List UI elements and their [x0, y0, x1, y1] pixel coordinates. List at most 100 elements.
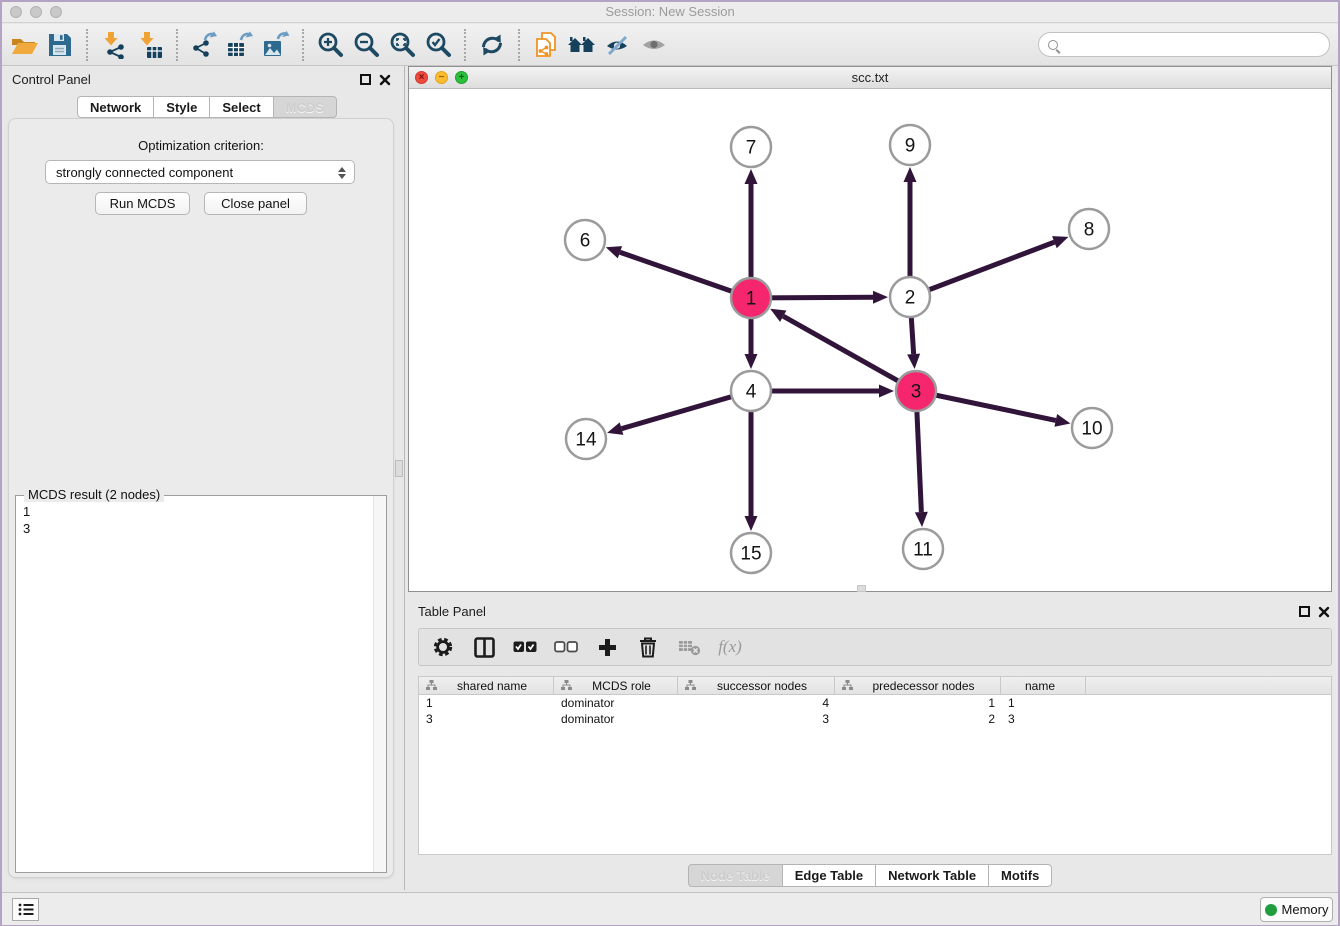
column-header[interactable]: MCDS role — [554, 677, 678, 694]
tab-network[interactable]: Network — [77, 96, 154, 118]
new-network-from-selection-button[interactable] — [528, 28, 564, 62]
run-mcds-button[interactable]: Run MCDS — [95, 192, 190, 215]
add-column-button[interactable] — [595, 635, 619, 659]
import-table-button[interactable] — [132, 28, 168, 62]
mcds-result-list[interactable]: 13 — [16, 500, 372, 872]
network-view-title: scc.txt — [409, 70, 1331, 85]
network-canvas[interactable]: 7968124314101511 — [409, 89, 1331, 591]
node-label: 14 — [575, 430, 597, 451]
memory-label: Memory — [1282, 902, 1329, 917]
zoom-out-button[interactable] — [348, 28, 384, 62]
table-cell: 3 — [419, 711, 554, 727]
window-title: Session: New Session — [0, 4, 1340, 19]
toolbar-separator — [518, 29, 520, 61]
graph-edge-3-1[interactable] — [783, 316, 916, 391]
column-header-label: MCDS role — [572, 679, 677, 693]
result-scrollbar[interactable] — [373, 496, 386, 872]
search-field[interactable] — [1038, 32, 1330, 57]
edge-arrowhead-icon — [745, 169, 758, 184]
graph-edge-2-8[interactable] — [910, 242, 1054, 297]
delete-table-button[interactable] — [677, 635, 701, 659]
export-image-button[interactable] — [258, 28, 294, 62]
result-item: 1 — [23, 503, 372, 520]
settings-gear-button[interactable] — [431, 635, 455, 659]
search-input[interactable] — [1064, 36, 1329, 54]
delete-column-button[interactable] — [636, 635, 660, 659]
splitter-handle[interactable] — [395, 460, 403, 477]
table-body: 1dominator4113dominator323 — [418, 695, 1332, 855]
close-panel-button[interactable]: Close panel — [204, 192, 307, 215]
close-panel-icon[interactable] — [379, 74, 391, 86]
import-network-button[interactable] — [96, 28, 132, 62]
memory-button[interactable]: Memory — [1260, 897, 1333, 922]
status-bar: Memory — [0, 892, 1340, 926]
table-cell: 3 — [678, 711, 835, 727]
save-session-button[interactable] — [42, 28, 78, 62]
table-cell: 1 — [835, 695, 1001, 711]
main-toolbar — [0, 24, 1340, 66]
sitemap-icon — [842, 680, 853, 691]
first-neighbors-button[interactable] — [564, 28, 600, 62]
column-header-label: shared name — [437, 679, 553, 693]
column-header[interactable]: shared name — [419, 677, 554, 694]
zoom-selected-icon — [425, 31, 452, 58]
import-network-icon — [101, 31, 128, 59]
node-table: shared name MCDS rolesuccessor nodesprede… — [418, 676, 1332, 855]
unselect-all-columns-button[interactable] — [554, 635, 578, 659]
tab-select[interactable]: Select — [209, 96, 273, 118]
close-table-panel-icon[interactable] — [1318, 606, 1330, 618]
table-panel-title: Table Panel — [418, 604, 486, 619]
node-label: 2 — [905, 288, 916, 309]
panel-splitter[interactable] — [404, 66, 405, 890]
float-panel-icon[interactable] — [360, 74, 371, 85]
toolbar-separator — [86, 29, 88, 61]
table-header-row[interactable]: shared name MCDS rolesuccessor nodesprede… — [418, 676, 1332, 695]
zoom-selected-button[interactable] — [420, 28, 456, 62]
show-columns-button[interactable] — [472, 635, 496, 659]
network-graph[interactable]: 7968124314101511 — [409, 89, 1331, 591]
table-panel-tabs: Node Table Edge Table Network Table Moti… — [408, 864, 1332, 887]
graph-edge-3-10[interactable] — [916, 391, 1056, 420]
edge-arrowhead-icon — [1054, 414, 1070, 427]
network-window-titlebar[interactable]: × − + scc.txt — [409, 67, 1331, 89]
table-cell: 1 — [1001, 695, 1086, 711]
tab-style[interactable]: Style — [153, 96, 210, 118]
zoom-fit-button[interactable] — [384, 28, 420, 62]
select-all-columns-button[interactable] — [513, 635, 537, 659]
export-table-button[interactable] — [222, 28, 258, 62]
tab-mcds[interactable]: MCDS — [273, 96, 337, 118]
export-network-button[interactable] — [186, 28, 222, 62]
node-label: 11 — [913, 540, 933, 561]
tab-node-table[interactable]: Node Table — [688, 864, 783, 887]
task-history-button[interactable] — [12, 898, 39, 921]
import-table-icon — [137, 31, 164, 59]
node-label: 6 — [580, 231, 591, 252]
column-header[interactable]: predecessor nodes — [835, 677, 1001, 694]
control-panel-title: Control Panel — [12, 72, 91, 87]
task-list-icon — [18, 903, 34, 916]
criterion-value: strongly connected component — [56, 165, 233, 180]
column-header[interactable]: name — [1001, 677, 1086, 694]
open-session-button[interactable] — [6, 28, 42, 62]
memory-status-icon — [1265, 904, 1277, 916]
function-builder-button[interactable]: f(x) — [718, 635, 742, 659]
tab-motifs[interactable]: Motifs — [988, 864, 1052, 887]
refresh-button[interactable] — [474, 28, 510, 62]
zoom-in-button[interactable] — [312, 28, 348, 62]
control-panel-header: Control Panel — [0, 66, 402, 94]
horizontal-splitter-handle[interactable] — [857, 585, 866, 592]
column-header[interactable]: successor nodes — [678, 677, 835, 694]
criterion-select[interactable]: strongly connected component — [45, 160, 355, 184]
sitemap-icon — [561, 680, 572, 691]
zoom-fit-icon — [389, 31, 416, 58]
show-all-button[interactable] — [636, 28, 672, 62]
edge-arrowhead-icon — [607, 422, 623, 434]
float-table-panel-icon[interactable] — [1299, 606, 1310, 617]
table-row[interactable]: 1dominator411 — [419, 695, 1331, 711]
table-toolbar: f(x) — [418, 628, 1332, 666]
table-row[interactable]: 3dominator323 — [419, 711, 1331, 727]
settings-gear-icon — [432, 636, 454, 658]
tab-network-table[interactable]: Network Table — [875, 864, 989, 887]
tab-edge-table[interactable]: Edge Table — [782, 864, 876, 887]
hide-selected-button[interactable] — [600, 28, 636, 62]
